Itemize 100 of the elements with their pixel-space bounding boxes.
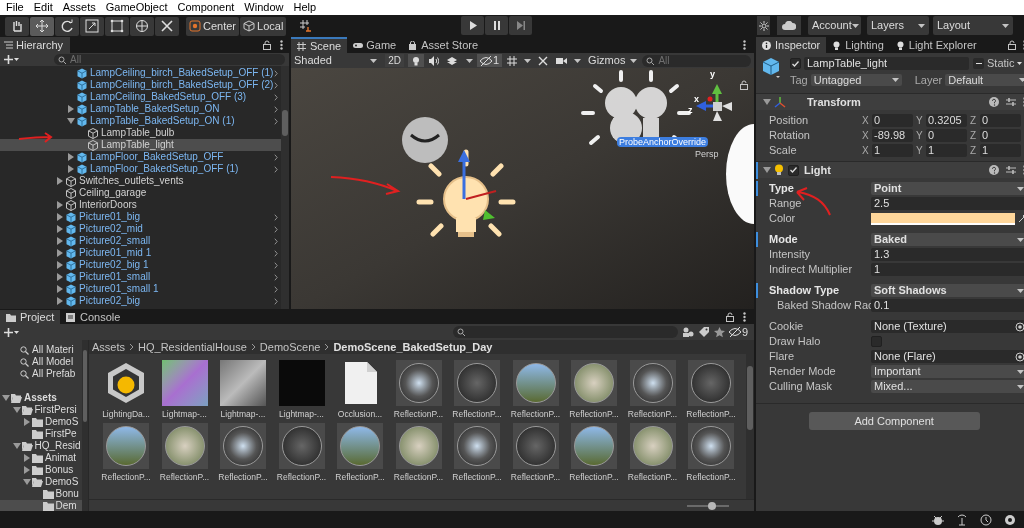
asset-name[interactable]: Occlusion...: [337, 410, 383, 419]
dropdown[interactable]: Soft Shadows: [871, 284, 1024, 297]
tool-button[interactable]: [155, 16, 179, 36]
reflection-probe-thumbnail[interactable]: [337, 422, 383, 469]
menu-item[interactable]: Component: [172, 0, 240, 15]
label-tag-icon[interactable]: [697, 326, 710, 338]
expanded-arrow-icon[interactable]: [763, 98, 771, 106]
hierarchy-item[interactable]: Picture02_mid: [0, 223, 281, 235]
zoom-slider[interactable]: [687, 504, 729, 507]
number-field[interactable]: 0: [872, 114, 913, 127]
menu-item[interactable]: GameObject: [100, 0, 173, 15]
clock-icon[interactable]: [980, 513, 992, 526]
breadcrumb-link[interactable]: DemoScene: [259, 341, 321, 353]
asset-name[interactable]: ReflectionP...: [393, 472, 444, 481]
dropdown[interactable]: Mixed...: [871, 380, 1024, 393]
number-field[interactable]: 0: [980, 114, 1021, 127]
hierarchy-item[interactable]: Picture02_small: [0, 235, 281, 247]
pause-button[interactable]: [485, 16, 508, 35]
asset-name[interactable]: ReflectionP...: [510, 410, 561, 419]
pivot-button[interactable]: Center: [186, 16, 240, 36]
folder-item[interactable]: Bonu: [0, 488, 82, 500]
lock-icon[interactable]: [726, 312, 734, 322]
project-tab[interactable]: Project: [0, 310, 60, 324]
scrollbar[interactable]: [281, 66, 289, 309]
slider-thumb[interactable]: [708, 501, 717, 510]
reflection-probe-thumbnail[interactable]: [220, 422, 266, 469]
input-field[interactable]: 2.5: [871, 197, 1024, 210]
number-field[interactable]: 1: [980, 144, 1021, 157]
name-field[interactable]: LampTable_light: [804, 57, 969, 70]
asset-name[interactable]: ReflectionP...: [510, 472, 561, 481]
play-button[interactable]: [461, 16, 484, 35]
hierarchy-item[interactable]: LampFloor_BakedSetup_OFF (1): [0, 163, 281, 175]
hidden-objects-toggle[interactable]: 1: [477, 54, 503, 67]
lock-icon[interactable]: [263, 40, 271, 50]
lightmap-thumbnail[interactable]: [161, 360, 208, 406]
collapsed-arrow-icon[interactable]: [56, 177, 64, 185]
number-field[interactable]: 0: [926, 129, 967, 142]
folder-item[interactable]: FirstPersi: [0, 404, 82, 416]
expanded-arrow-icon[interactable]: [12, 442, 21, 450]
dropdown[interactable]: Important: [871, 365, 1024, 378]
favorite-search-item[interactable]: All Materi: [0, 344, 82, 356]
object-field[interactable]: None (Texture): [871, 320, 1024, 333]
folder-item[interactable]: Animat: [0, 452, 82, 464]
asset-name[interactable]: ReflectionP...: [276, 472, 327, 481]
reflection-probe-thumbnail[interactable]: [571, 360, 617, 406]
circle-icon[interactable]: [1004, 513, 1016, 526]
reflection-probe-thumbnail[interactable]: [103, 422, 149, 469]
collapsed-arrow-icon[interactable]: [67, 105, 75, 113]
folder-item[interactable]: Dem: [0, 500, 82, 511]
shading-dropdown[interactable]: Shaded: [291, 54, 381, 67]
asset-name[interactable]: Lightmap-...: [162, 410, 207, 419]
menu-item[interactable]: Assets: [57, 0, 101, 15]
input-field[interactable]: 1: [871, 263, 1024, 276]
more-options-icon[interactable]: [280, 40, 283, 50]
static-checkbox[interactable]: [973, 58, 984, 69]
breadcrumb-link[interactable]: DemoScene_BakedSetup_Day: [333, 341, 493, 353]
tag-dropdown[interactable]: Untagged: [810, 74, 902, 86]
dropdown[interactable]: Baked: [871, 233, 1024, 246]
space-button[interactable]: Local: [240, 16, 287, 36]
reflection-probe-thumbnail[interactable]: [629, 360, 676, 406]
scene-tab[interactable]: Game: [347, 37, 403, 53]
more-options-icon[interactable]: [743, 40, 746, 50]
search-field[interactable]: [452, 326, 678, 338]
hierarchy-item[interactable]: Picture01_mid 1: [0, 247, 281, 259]
folder-item[interactable]: DemoS: [0, 476, 82, 488]
reflection-probe-thumbnail[interactable]: [688, 360, 734, 406]
scrollbar[interactable]: [746, 354, 754, 499]
reflection-probe-thumbnail[interactable]: [454, 360, 500, 406]
tool-button[interactable]: [105, 16, 129, 36]
help-icon[interactable]: [989, 97, 1000, 107]
asset-name[interactable]: Lightmap-...: [279, 410, 324, 419]
hierarchy-item[interactable]: Picture02_big 1: [0, 259, 281, 271]
caret-icon[interactable]: [574, 58, 582, 63]
audio-toggle[interactable]: [426, 54, 442, 67]
number-field[interactable]: 0: [980, 129, 1021, 142]
asset-name[interactable]: ReflectionP...: [101, 472, 151, 481]
hierarchy-item[interactable]: InteriorDoors: [0, 199, 281, 211]
hierarchy-item[interactable]: LampTable_light: [0, 139, 281, 151]
expanded-arrow-icon[interactable]: [12, 406, 21, 414]
number-field[interactable]: 1: [872, 144, 913, 157]
hierarchy-item[interactable]: LampFloor_BakedSetup_OFF: [0, 151, 281, 163]
checkbox[interactable]: [871, 336, 882, 347]
search-by-type-icon[interactable]: [681, 326, 694, 338]
asset-name[interactable]: ReflectionP...: [218, 472, 268, 481]
component-header[interactable]: Transform: [756, 93, 1024, 110]
tool-button[interactable]: [55, 16, 79, 36]
add-button[interactable]: [4, 55, 22, 64]
scrollbar-thumb[interactable]: [83, 350, 87, 422]
lock-icon[interactable]: [1008, 40, 1017, 50]
menu-item[interactable]: Edit: [28, 0, 58, 15]
folder-item[interactable]: DemoS: [0, 416, 82, 428]
folder-item[interactable]: FirstPe: [0, 428, 82, 440]
hierarchy-item[interactable]: Picture02_big: [0, 295, 281, 307]
gizmos-dropdown[interactable]: Gizmos: [585, 54, 641, 67]
tool-button[interactable]: [80, 16, 104, 36]
component-header[interactable]: Light: [756, 161, 1024, 178]
collapsed-arrow-icon[interactable]: [67, 165, 75, 173]
inspector-tab[interactable]: Lighting: [826, 37, 890, 53]
dropdown[interactable]: Point: [871, 182, 1024, 195]
asset-name[interactable]: ReflectionP...: [686, 472, 736, 481]
